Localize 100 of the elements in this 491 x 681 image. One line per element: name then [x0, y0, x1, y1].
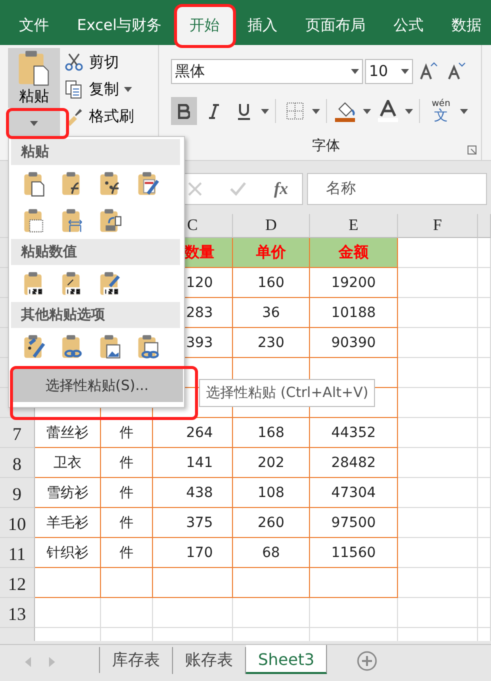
ribbon-tab[interactable]: 插入: [234, 7, 291, 45]
table-cell: [478, 538, 491, 568]
table-cell: 44352: [310, 418, 398, 448]
dialog-launcher-icon[interactable]: [467, 145, 477, 155]
table-cell: 375: [153, 508, 233, 538]
row-header[interactable]: 7: [0, 418, 35, 448]
font-color-icon: [378, 100, 398, 122]
table-cell: 260: [233, 508, 310, 538]
table-cell: 件: [101, 538, 153, 568]
copy-icon: [64, 79, 84, 99]
ribbon-tab[interactable]: 数据: [438, 7, 491, 45]
caret-icon: [351, 68, 359, 74]
column-header[interactable]: F: [398, 214, 478, 238]
table-cell: 68: [233, 538, 310, 568]
underline-icon: [238, 102, 250, 120]
row-header[interactable]: 9: [0, 478, 35, 508]
table-cell: 件: [101, 508, 153, 538]
table-cell: 36: [233, 298, 310, 328]
table-cell: [478, 448, 491, 478]
check-icon[interactable]: [230, 182, 246, 196]
table-cell: 11560: [310, 538, 398, 568]
copy-button[interactable]: 复制: [64, 79, 134, 99]
table-cell: [478, 568, 491, 598]
table-cell: [478, 238, 491, 268]
ribbon-tab[interactable]: 页面布局: [292, 7, 379, 45]
table-cell: 件: [101, 478, 153, 508]
table-cell: 卫衣: [35, 448, 101, 478]
table-cell: 202: [233, 448, 310, 478]
formula-field[interactable]: 名称: [307, 172, 487, 204]
italic-icon: [209, 104, 219, 118]
borders-icon: [286, 102, 304, 120]
font-name-field[interactable]: 黑体: [171, 58, 363, 84]
table-cell: 羊毛衫: [35, 508, 101, 538]
table-cell: 90390: [310, 328, 398, 358]
ribbon-tab[interactable]: Excel与财务: [64, 7, 175, 45]
add-sheet-icon[interactable]: [357, 651, 378, 671]
table-cell: 件: [101, 448, 153, 478]
menu-section-header: 粘贴数值: [11, 239, 180, 265]
grow-font-icon: [418, 61, 438, 81]
caret-icon: [401, 68, 409, 74]
tooltip: 选择性粘贴 (Ctrl+Alt+V): [199, 379, 376, 407]
caret-icon: [124, 86, 132, 92]
scissors-icon: [64, 52, 84, 72]
group-label: 字体: [312, 137, 340, 155]
fill-bucket-icon: [335, 100, 357, 122]
table-cell: [478, 328, 491, 358]
ribbon-tab[interactable]: 公式: [380, 7, 437, 45]
table-cell: [478, 268, 491, 298]
caret-icon: [30, 120, 38, 126]
sheet-tab[interactable]: 库存表: [100, 647, 173, 674]
table-cell: 160: [233, 268, 310, 298]
table-cell: 28482: [310, 448, 398, 478]
paste-button[interactable]: 粘贴: [8, 48, 60, 108]
format-painter-button[interactable]: 格式刷: [64, 106, 134, 126]
caret-icon: [405, 108, 413, 114]
table-cell: [478, 598, 491, 628]
table-cell: 雪纺衫: [35, 478, 101, 508]
cut-button[interactable]: 剪切: [64, 52, 134, 72]
font-color-button[interactable]: [375, 97, 401, 125]
table-cell: 97500: [310, 508, 398, 538]
table-cell: 19200: [310, 268, 398, 298]
ribbon-tab[interactable]: 开始: [176, 7, 233, 45]
row-header[interactable]: 8: [0, 448, 35, 478]
table-cell: 47304: [310, 478, 398, 508]
table-cell: 蕾丝衫: [35, 418, 101, 448]
table-cell: 10188: [310, 298, 398, 328]
row-header[interactable]: 12: [0, 568, 35, 598]
table-cell: 针织衫: [35, 538, 101, 568]
column-title: 单价: [233, 238, 310, 268]
table-cell: 168: [233, 418, 310, 448]
table-cell: [478, 508, 491, 538]
table-cell: [478, 358, 491, 388]
phonetic-button[interactable]: wén 文: [426, 97, 456, 125]
column-title: 金额: [310, 238, 398, 268]
ribbon-tab[interactable]: 文件: [6, 7, 62, 45]
sheet-tab[interactable]: Sheet3: [246, 645, 328, 674]
row-header[interactable]: 13: [0, 598, 35, 628]
table-cell: 264: [153, 418, 233, 448]
table-cell: 170: [153, 538, 233, 568]
caret-icon: [363, 108, 371, 114]
menu-section-header: 粘贴: [11, 139, 180, 165]
insert-function-button[interactable]: fx: [274, 178, 288, 198]
menu-section-header: 其他粘贴选项: [11, 302, 180, 328]
table-cell: [478, 388, 491, 418]
paste-special-item[interactable]: 选择性粘贴(S)...: [11, 369, 183, 402]
shrink-font-icon: [446, 61, 466, 81]
row-header[interactable]: 10: [0, 508, 35, 538]
table-cell: 230: [233, 328, 310, 358]
caret-icon: [312, 108, 320, 114]
bold-button[interactable]: [171, 97, 197, 125]
table-cell: [478, 298, 491, 328]
table-cell: [478, 418, 491, 448]
bold-icon: [178, 104, 190, 118]
column-header[interactable]: E: [310, 214, 398, 238]
table-cell: [478, 478, 491, 508]
caret-icon: [460, 108, 468, 114]
column-header[interactable]: D: [233, 214, 310, 238]
font-size-field[interactable]: 10: [365, 58, 413, 84]
table-cell: 438: [153, 478, 233, 508]
row-header[interactable]: 11: [0, 538, 35, 568]
